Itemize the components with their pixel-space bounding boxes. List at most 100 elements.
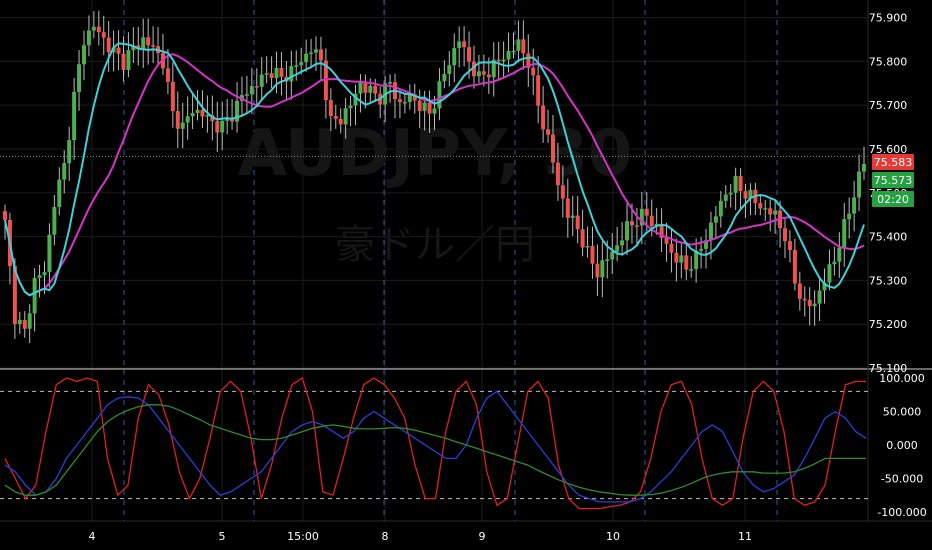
- candle[interactable]: [674, 238, 679, 282]
- candle[interactable]: [713, 205, 718, 239]
- candle[interactable]: [304, 39, 309, 72]
- candle[interactable]: [220, 101, 225, 150]
- candle[interactable]: [501, 41, 506, 79]
- candle[interactable]: [773, 201, 778, 234]
- candle[interactable]: [407, 84, 412, 110]
- candle[interactable]: [239, 76, 244, 117]
- candle[interactable]: [126, 32, 131, 78]
- candle[interactable]: [768, 199, 773, 232]
- candle[interactable]: [452, 33, 457, 83]
- candle[interactable]: [664, 222, 669, 262]
- candle[interactable]: [600, 241, 605, 298]
- candle[interactable]: [412, 83, 417, 114]
- candle[interactable]: [847, 197, 852, 239]
- candle[interactable]: [309, 39, 314, 69]
- candle[interactable]: [141, 18, 146, 68]
- candle[interactable]: [526, 34, 531, 87]
- candle[interactable]: [753, 182, 758, 216]
- candle[interactable]: [156, 26, 161, 66]
- candle[interactable]: [225, 98, 230, 135]
- candle[interactable]: [37, 264, 42, 298]
- candle[interactable]: [215, 101, 220, 153]
- candle[interactable]: [659, 208, 664, 253]
- candle[interactable]: [101, 15, 106, 56]
- oscillator-axis[interactable]: 100.000 50.000 0.000 -50.000 -100.000: [877, 372, 926, 519]
- candle[interactable]: [388, 74, 393, 103]
- candle[interactable]: [22, 311, 27, 338]
- candle[interactable]: [442, 60, 447, 89]
- candle[interactable]: [625, 203, 630, 255]
- candle[interactable]: [67, 126, 72, 181]
- candle[interactable]: [447, 51, 452, 87]
- candle[interactable]: [190, 93, 195, 130]
- candle[interactable]: [72, 78, 77, 160]
- candle[interactable]: [832, 246, 837, 276]
- candle[interactable]: [318, 36, 323, 81]
- candle[interactable]: [763, 200, 768, 221]
- candle[interactable]: [723, 185, 728, 209]
- candle[interactable]: [857, 154, 862, 212]
- candle[interactable]: [521, 20, 526, 70]
- candle[interactable]: [81, 30, 86, 81]
- candle[interactable]: [738, 168, 743, 211]
- candle[interactable]: [146, 18, 151, 65]
- candle[interactable]: [323, 48, 328, 119]
- candle[interactable]: [47, 223, 52, 288]
- candle[interactable]: [254, 68, 259, 105]
- candle[interactable]: [170, 62, 175, 128]
- candle[interactable]: [580, 209, 585, 257]
- candle[interactable]: [393, 73, 398, 119]
- candle[interactable]: [802, 286, 807, 317]
- candle[interactable]: [679, 241, 684, 279]
- candle[interactable]: [86, 15, 91, 57]
- candle[interactable]: [590, 226, 595, 279]
- candle[interactable]: [728, 183, 733, 208]
- candle[interactable]: [378, 86, 383, 119]
- candle[interactable]: [151, 26, 156, 63]
- candle[interactable]: [180, 102, 185, 149]
- candle[interactable]: [116, 30, 121, 71]
- candle[interactable]: [397, 90, 402, 119]
- candle[interactable]: [185, 96, 190, 140]
- candle[interactable]: [758, 195, 763, 216]
- candle[interactable]: [437, 68, 442, 121]
- candle[interactable]: [244, 75, 249, 115]
- candle[interactable]: [797, 271, 802, 311]
- candle[interactable]: [516, 20, 521, 63]
- candle[interactable]: [175, 91, 180, 149]
- candle[interactable]: [62, 150, 67, 194]
- candle[interactable]: [837, 232, 842, 278]
- candle[interactable]: [827, 249, 832, 291]
- candle[interactable]: [259, 57, 264, 101]
- candle[interactable]: [807, 287, 812, 326]
- candle[interactable]: [812, 290, 817, 326]
- candle[interactable]: [402, 92, 407, 114]
- candle[interactable]: [718, 190, 723, 228]
- candle[interactable]: [852, 180, 857, 232]
- candle[interactable]: [358, 74, 363, 113]
- candle[interactable]: [787, 230, 792, 263]
- candle[interactable]: [704, 228, 709, 269]
- candle[interactable]: [817, 276, 822, 322]
- candle[interactable]: [595, 244, 600, 296]
- candle[interactable]: [610, 233, 615, 275]
- candle[interactable]: [570, 195, 575, 236]
- candle[interactable]: [822, 268, 827, 304]
- candle[interactable]: [106, 21, 111, 72]
- candle[interactable]: [462, 26, 467, 67]
- candle[interactable]: [27, 304, 32, 344]
- candle[interactable]: [684, 242, 689, 281]
- candle[interactable]: [249, 68, 254, 114]
- candle[interactable]: [733, 167, 738, 211]
- candle[interactable]: [689, 256, 694, 278]
- candle[interactable]: [862, 146, 866, 180]
- trading-chart[interactable]: AUDJPY, 30 豪ドル／円 75.10075.20075.30075.40…: [0, 0, 932, 550]
- candle[interactable]: [842, 203, 847, 267]
- candle[interactable]: [264, 56, 269, 84]
- candle[interactable]: [491, 42, 496, 97]
- candle[interactable]: [531, 48, 536, 95]
- candle[interactable]: [57, 167, 62, 216]
- candle[interactable]: [615, 226, 620, 262]
- candle[interactable]: [230, 99, 235, 130]
- candle[interactable]: [783, 217, 788, 259]
